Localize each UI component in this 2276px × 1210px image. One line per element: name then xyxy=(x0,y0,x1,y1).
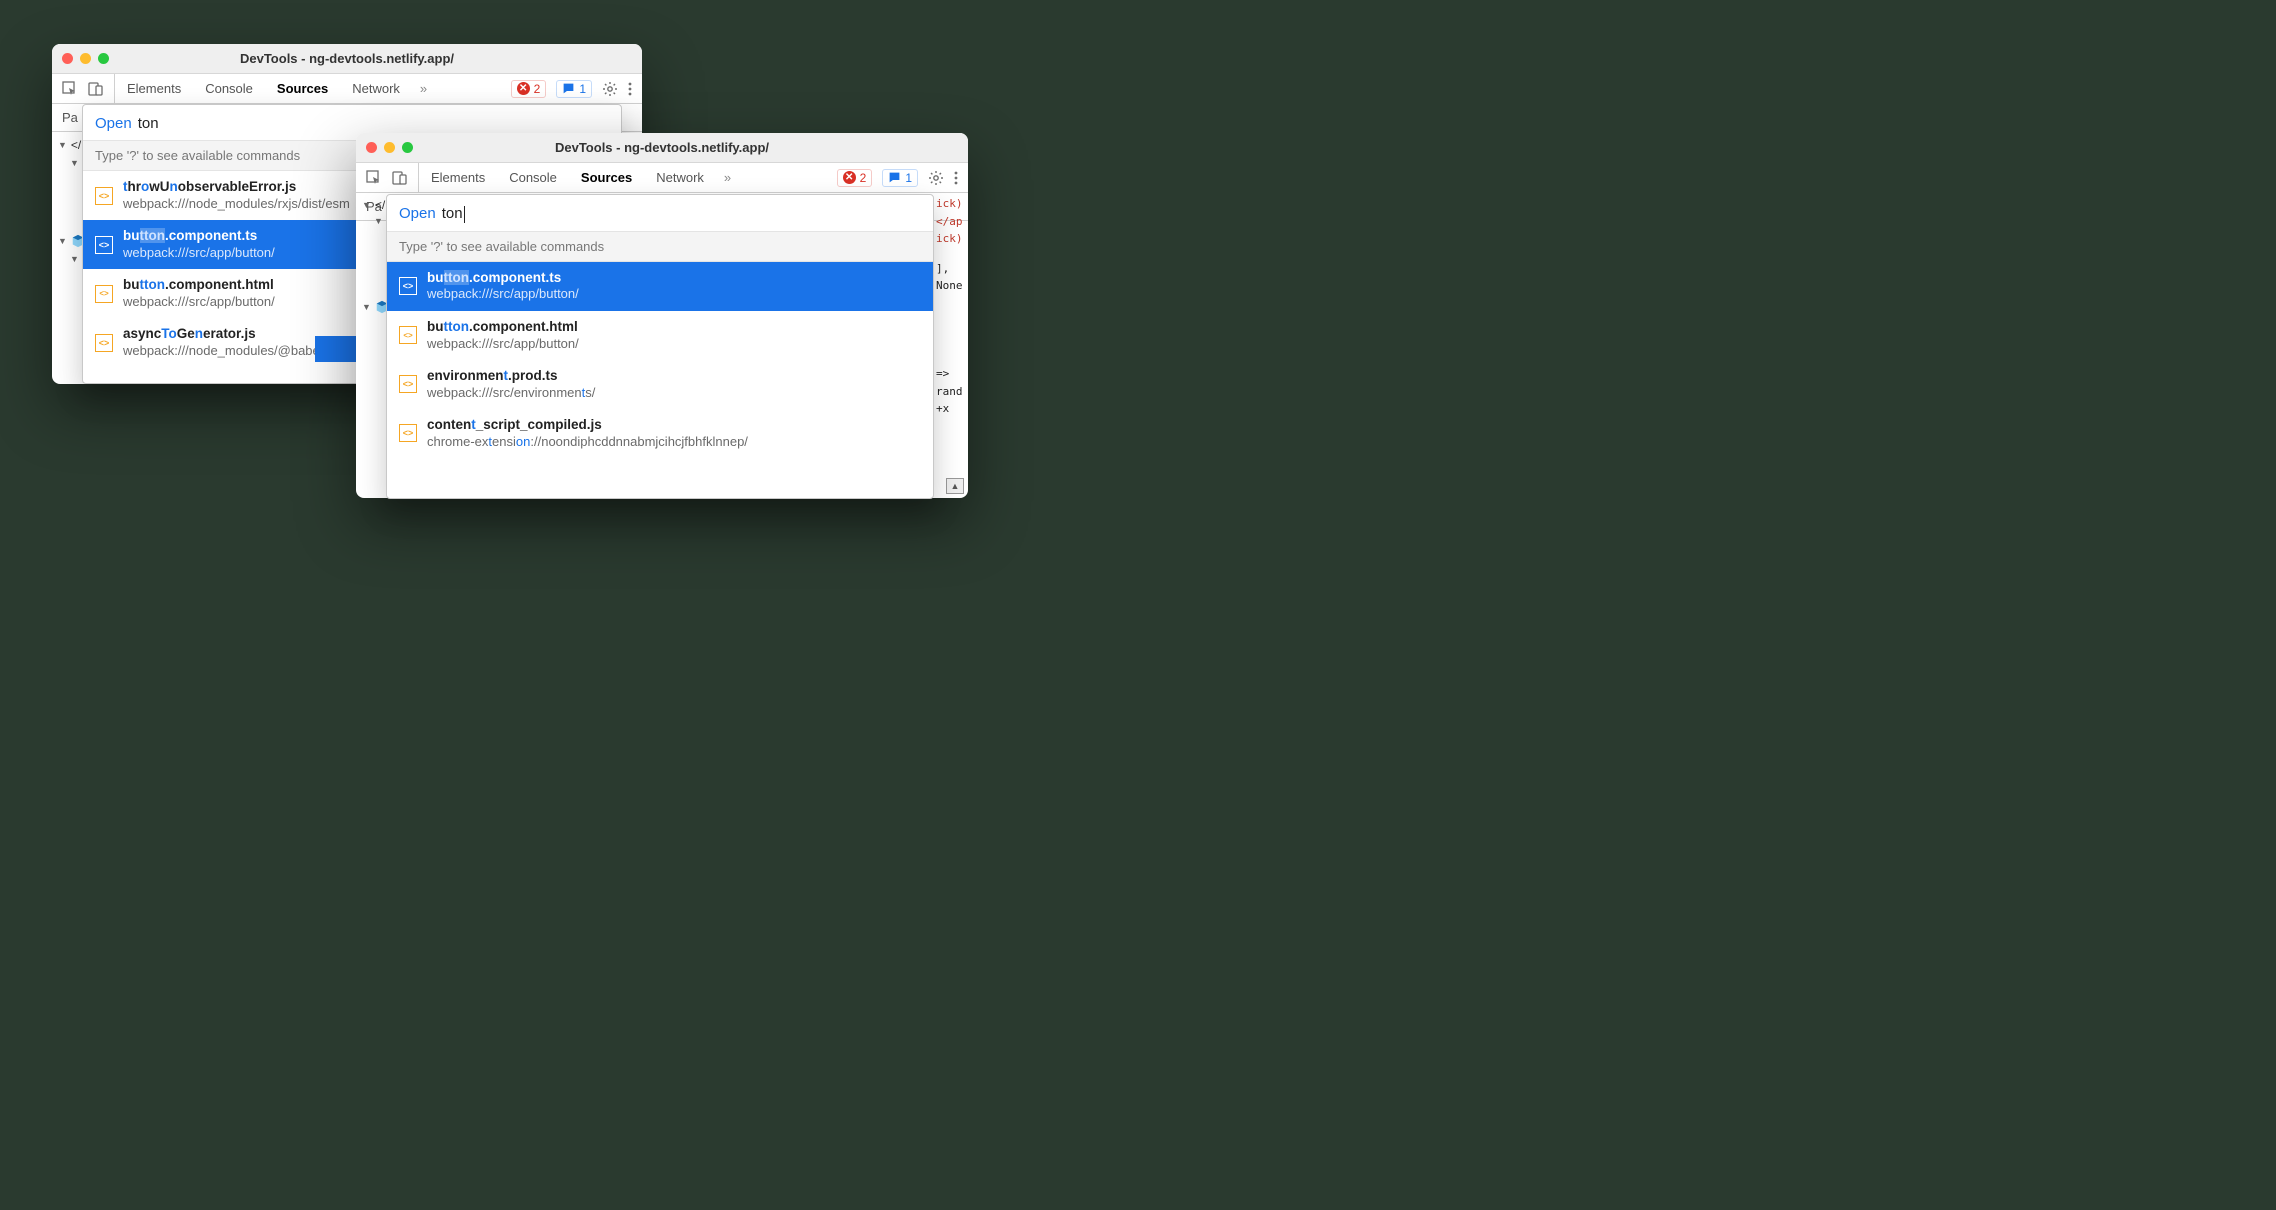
result-name: button.component.html xyxy=(427,319,579,336)
error-badge[interactable]: ✕2 xyxy=(837,169,873,187)
quick-open-hint: Type '?' to see available commands xyxy=(387,231,933,262)
minimize-icon[interactable] xyxy=(80,53,91,64)
result-name: content_script_compiled.js xyxy=(427,417,748,434)
maximize-icon[interactable] xyxy=(98,53,109,64)
error-badge[interactable]: ✕2 xyxy=(511,80,547,98)
tree-node[interactable]: </ xyxy=(71,138,81,152)
result-path: webpack:///src/environments/ xyxy=(427,385,595,401)
code-panel: ick) </ap ick) ], None => rand +x xyxy=(934,192,968,498)
tab-sources[interactable]: Sources xyxy=(569,163,644,192)
tab-sources[interactable]: Sources xyxy=(265,74,340,103)
inspect-icon[interactable] xyxy=(366,170,382,186)
minimize-icon[interactable] xyxy=(384,142,395,153)
quick-open-popup-after: Open ton Type '?' to see available comma… xyxy=(386,194,934,499)
traffic-lights xyxy=(62,53,109,64)
result-name: asyncToGenerator.js xyxy=(123,326,326,343)
device-icon[interactable] xyxy=(392,170,408,186)
code-line: rand xyxy=(936,383,966,401)
close-icon[interactable] xyxy=(366,142,377,153)
html-file-icon: <> xyxy=(95,285,113,303)
tab-network[interactable]: Network xyxy=(340,74,412,103)
result-path: webpack:///src/app/button/ xyxy=(123,245,275,261)
menu-icon[interactable] xyxy=(628,81,632,97)
result-name: button.component.html xyxy=(123,277,275,294)
quick-open-label: Open xyxy=(95,115,132,132)
more-tabs-icon[interactable]: » xyxy=(716,170,739,185)
maximize-icon[interactable] xyxy=(402,142,413,153)
quick-open-label: Open xyxy=(399,205,436,222)
window-title: DevTools - ng-devtools.netlify.app/ xyxy=(356,140,968,155)
result-item[interactable]: <> button.component.html webpack:///src/… xyxy=(387,311,933,360)
result-name: throwUnobservableError.js xyxy=(123,179,350,196)
menu-icon[interactable] xyxy=(954,170,958,186)
code-line: +x xyxy=(936,400,966,418)
settings-icon[interactable] xyxy=(928,170,944,186)
tab-network[interactable]: Network xyxy=(644,163,716,192)
inspect-icon[interactable] xyxy=(62,81,78,97)
code-line: </ap xyxy=(936,213,966,231)
more-tabs-icon[interactable]: » xyxy=(412,81,435,96)
tab-elements[interactable]: Elements xyxy=(115,74,193,103)
quick-open-header: Open ton xyxy=(387,195,933,231)
result-name: environment.prod.ts xyxy=(427,368,595,385)
tab-console[interactable]: Console xyxy=(193,74,265,103)
result-path: webpack:///src/app/button/ xyxy=(427,336,579,352)
code-line: ], xyxy=(936,260,966,278)
traffic-lights xyxy=(366,142,413,153)
result-item[interactable]: <> content_script_compiled.js chrome-ext… xyxy=(387,409,933,458)
quick-open-input[interactable] xyxy=(138,115,609,132)
messages-badge[interactable]: 1 xyxy=(882,169,918,187)
js-file-icon: <> xyxy=(95,334,113,352)
close-icon[interactable] xyxy=(62,53,73,64)
code-line: ick) xyxy=(936,230,966,248)
file-tree: ▼</ ▼ ▼ xyxy=(356,192,386,320)
html-file-icon: <> xyxy=(399,326,417,344)
code-line: => xyxy=(936,365,966,383)
tab-console[interactable]: Console xyxy=(497,163,569,192)
toolbar: Elements Console Sources Network » ✕2 1 xyxy=(356,163,968,193)
ts-file-icon: <> xyxy=(399,375,417,393)
quick-open-input[interactable]: ton xyxy=(442,205,465,223)
result-path: chrome-extension://noondiphcddnnabmjcihc… xyxy=(427,434,748,450)
toolbar: Elements Console Sources Network » ✕2 1 xyxy=(52,74,642,104)
code-line: None xyxy=(936,277,966,295)
js-file-icon: <> xyxy=(95,187,113,205)
result-name: button.component.ts xyxy=(123,228,275,245)
window-title: DevTools - ng-devtools.netlify.app/ xyxy=(52,51,642,66)
titlebar: DevTools - ng-devtools.netlify.app/ xyxy=(52,44,642,74)
titlebar: DevTools - ng-devtools.netlify.app/ xyxy=(356,133,968,163)
result-path: webpack:///src/app/button/ xyxy=(427,286,579,302)
ts-file-icon: <> xyxy=(399,277,417,295)
tab-elements[interactable]: Elements xyxy=(419,163,497,192)
result-name: button.component.ts xyxy=(427,270,579,287)
result-path: webpack:///node_modules/@babel/ xyxy=(123,343,326,359)
results-list: <> button.component.ts webpack:///src/ap… xyxy=(387,262,933,459)
result-path: webpack:///src/app/button/ xyxy=(123,294,275,310)
result-item-selected[interactable]: <> button.component.ts webpack:///src/ap… xyxy=(387,262,933,311)
result-path: webpack:///node_modules/rxjs/dist/esm xyxy=(123,196,350,212)
js-file-icon: <> xyxy=(399,424,417,442)
tree-node[interactable]: </ xyxy=(375,198,385,212)
messages-badge[interactable]: 1 xyxy=(556,80,592,98)
device-icon[interactable] xyxy=(88,81,104,97)
settings-icon[interactable] xyxy=(602,81,618,97)
result-item[interactable]: <> environment.prod.ts webpack:///src/en… xyxy=(387,360,933,409)
drawer-toggle-icon[interactable]: ▲ xyxy=(946,478,964,494)
code-line: ick) xyxy=(936,195,966,213)
ts-file-icon: <> xyxy=(95,236,113,254)
